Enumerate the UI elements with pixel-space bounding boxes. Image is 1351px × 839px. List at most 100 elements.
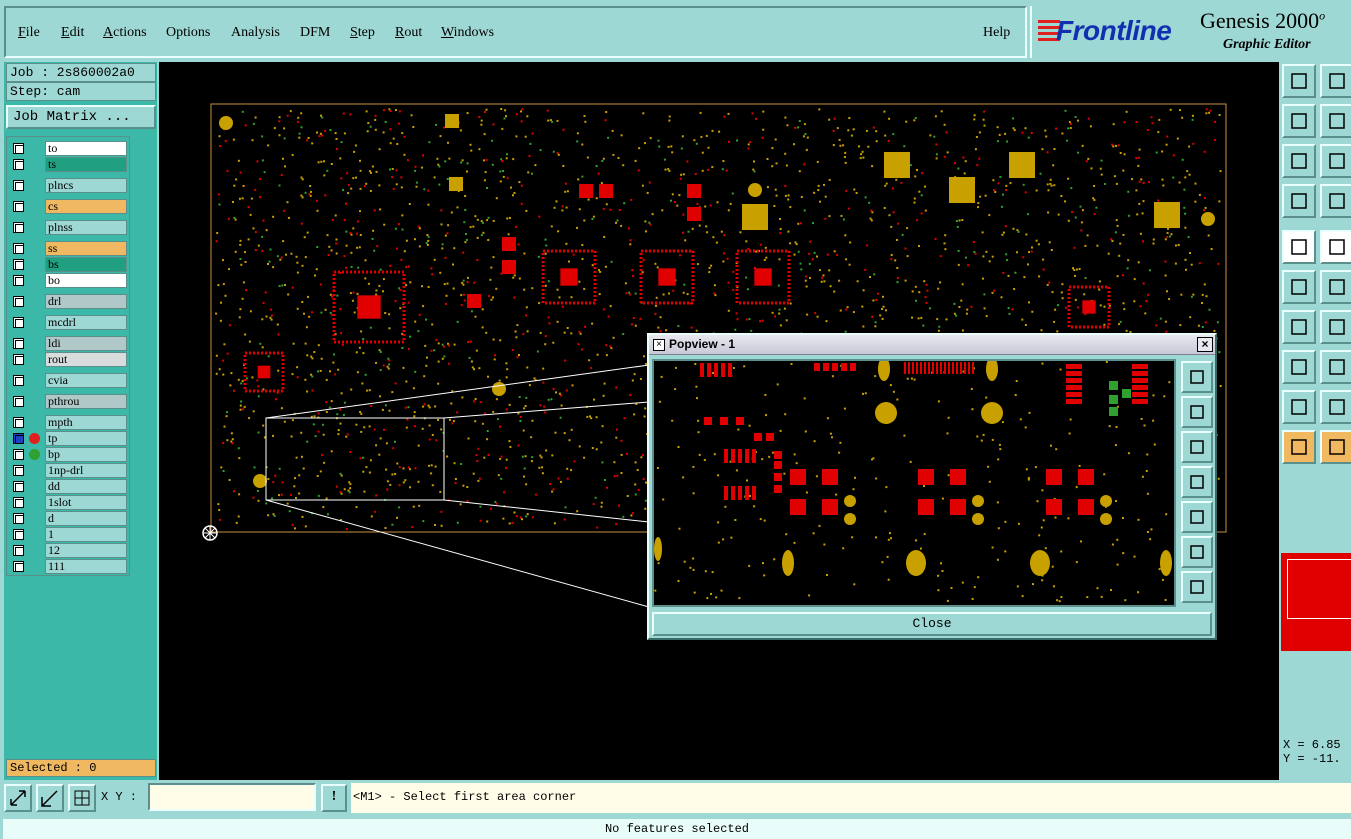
pv-zoom-out-icon[interactable] [1181, 571, 1213, 603]
tool-icon[interactable] [1282, 184, 1316, 218]
layer-checkbox[interactable] [13, 497, 24, 508]
layer-row[interactable]: bp [7, 447, 131, 462]
layer-checkbox[interactable] [13, 433, 24, 444]
menu-rout[interactable]: Rout [395, 25, 422, 41]
triangle-outline-icon[interactable] [1320, 390, 1351, 424]
menu-step[interactable]: Step [350, 25, 375, 41]
pcb-pad [387, 367, 390, 370]
menu-dfm[interactable]: DFM [300, 25, 330, 41]
layer-checkbox[interactable] [13, 243, 24, 254]
triangle-icon[interactable] [1282, 390, 1316, 424]
layer-row[interactable]: 1 [7, 527, 131, 542]
layer-row[interactable]: plnss [7, 220, 131, 235]
connect-icon[interactable] [1282, 270, 1316, 304]
pointer-icon[interactable] [1282, 430, 1316, 464]
menu-actions[interactable]: Actions [103, 25, 147, 41]
pv-left-icon[interactable] [1181, 466, 1213, 498]
move-down-icon[interactable] [1320, 64, 1351, 98]
layer-checkbox[interactable] [13, 338, 24, 349]
layer-row[interactable]: dd [7, 479, 131, 494]
layer-row[interactable]: 1np-drl [7, 463, 131, 478]
close-icon[interactable]: × [1197, 337, 1213, 352]
layer-checkbox[interactable] [13, 561, 24, 572]
menu-options[interactable]: Options [166, 25, 210, 41]
layer-checkbox[interactable] [13, 275, 24, 286]
layer-checkbox[interactable] [13, 222, 24, 233]
layer-row[interactable]: cvia [7, 373, 131, 388]
pv-zoom-in-icon[interactable] [1181, 536, 1213, 568]
select-point-icon[interactable] [1282, 230, 1316, 264]
probe-icon[interactable] [1320, 184, 1351, 218]
layer-row[interactable]: tp [7, 431, 131, 446]
layer-checkbox[interactable] [13, 481, 24, 492]
layer-row[interactable]: mcdrl [7, 315, 131, 330]
line-draw-icon[interactable] [1320, 310, 1351, 344]
window-menu-icon[interactable]: × [653, 339, 665, 351]
layer-checkbox[interactable] [13, 417, 24, 428]
layer-row[interactable]: ts [7, 157, 131, 172]
alert-button[interactable]: ! [321, 784, 347, 812]
fit-icon[interactable] [1282, 144, 1316, 178]
layer-row[interactable]: 12 [7, 543, 131, 558]
layer-checkbox[interactable] [13, 529, 24, 540]
pv-right-icon[interactable] [1181, 501, 1213, 533]
pv-up-icon[interactable] [1181, 396, 1213, 428]
layer-row[interactable]: cs [7, 199, 131, 214]
layer-row[interactable]: d [7, 511, 131, 526]
measure-icon[interactable] [36, 784, 64, 812]
menu-file[interactable]: File [18, 25, 40, 41]
xy-input[interactable] [148, 783, 316, 811]
layer-checkbox[interactable] [13, 545, 24, 556]
pv-fit-icon[interactable] [1181, 361, 1213, 393]
cross-icon[interactable] [1320, 270, 1351, 304]
popview-titlebar[interactable]: × Popview - 1 × [649, 335, 1215, 355]
popview-close-button[interactable]: Close [652, 612, 1212, 636]
pad-icon[interactable] [1282, 350, 1316, 384]
popview-canvas[interactable] [652, 359, 1176, 607]
layer-checkbox[interactable] [13, 354, 24, 365]
menu-windows[interactable]: Windows [441, 25, 494, 41]
layer-checkbox[interactable] [13, 296, 24, 307]
menu-edit[interactable]: Edit [61, 25, 84, 41]
layer-row[interactable]: pthrou [7, 394, 131, 409]
layer-row[interactable]: mpth [7, 415, 131, 430]
layer-row[interactable]: ss [7, 241, 131, 256]
layer-checkbox[interactable] [13, 449, 24, 460]
layer-checkbox[interactable] [13, 375, 24, 386]
arc-icon[interactable] [1282, 310, 1316, 344]
move-right-icon[interactable] [1320, 104, 1351, 138]
line-icon[interactable] [1320, 230, 1351, 264]
menu-analysis[interactable]: Analysis [231, 25, 280, 41]
layer-checkbox[interactable] [13, 259, 24, 270]
pcb-pad [487, 454, 490, 456]
pointer-alt-icon[interactable] [1320, 430, 1351, 464]
zoom-icon[interactable] [1320, 144, 1351, 178]
layer-row[interactable]: drl [7, 294, 131, 309]
layer-checkbox[interactable] [13, 396, 24, 407]
snap-grid-icon[interactable] [68, 784, 96, 812]
pcb-pad [371, 165, 374, 168]
layer-checkbox[interactable] [13, 465, 24, 476]
layer-checkbox[interactable] [13, 143, 24, 154]
layer-checkbox[interactable] [13, 180, 24, 191]
layer-checkbox[interactable] [13, 513, 24, 524]
dash-icon[interactable] [1320, 350, 1351, 384]
layer-row[interactable]: bo [7, 273, 131, 288]
move-left-icon[interactable] [1282, 104, 1316, 138]
layer-row[interactable]: ldi [7, 336, 131, 351]
menu-help[interactable]: Help [983, 25, 1010, 41]
move-up-icon[interactable] [1282, 64, 1316, 98]
zoom-area-icon[interactable] [4, 784, 32, 812]
pcb-pad [852, 488, 855, 491]
layer-row[interactable]: plncs [7, 178, 131, 193]
layer-checkbox[interactable] [13, 201, 24, 212]
layer-checkbox[interactable] [13, 317, 24, 328]
layer-row[interactable]: 111 [7, 559, 131, 574]
layer-row[interactable]: to [7, 141, 131, 156]
layer-row[interactable]: 1slot [7, 495, 131, 510]
pv-down-icon[interactable] [1181, 431, 1213, 463]
layer-row[interactable]: rout [7, 352, 131, 367]
layer-checkbox[interactable] [13, 159, 24, 170]
job-matrix-button[interactable]: Job Matrix ... [6, 105, 156, 129]
layer-row[interactable]: bs [7, 257, 131, 272]
